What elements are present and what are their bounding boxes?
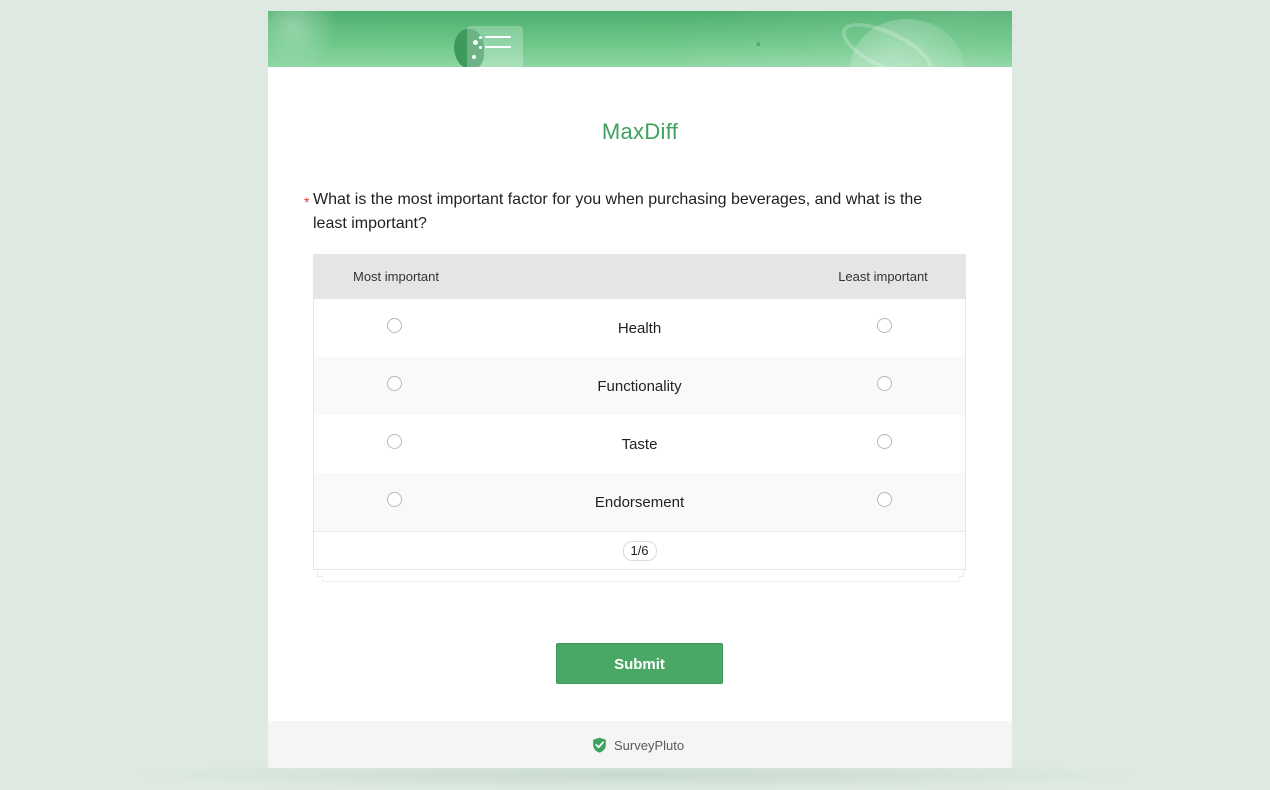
page-indicator: 1/6 <box>622 541 657 561</box>
survey-title: MaxDiff <box>601 119 679 144</box>
table-row: Health <box>314 299 965 357</box>
brand-logo[interactable]: SurveyPluto <box>590 735 684 755</box>
check-shield-icon <box>593 737 606 753</box>
leaf-tip <box>473 40 478 45</box>
table-header: Most important Least important <box>314 255 965 299</box>
pager: 1/6 <box>314 531 965 569</box>
stacked-card-shadow <box>322 576 959 582</box>
header-banner: × <box>268 11 1012 67</box>
radio-least-functionality[interactable] <box>877 376 892 391</box>
list-bullet <box>479 46 482 49</box>
required-marker: * <box>304 194 310 210</box>
question: * What is the most important factor for … <box>304 188 954 236</box>
brand-name: SurveyPluto <box>614 737 685 753</box>
list-line <box>485 46 511 48</box>
maxdiff-table: Most important Least important Health Fu… <box>313 254 966 570</box>
header-most-important: Most important <box>353 269 439 284</box>
list-line <box>485 36 511 38</box>
question-text: What is the most important factor for yo… <box>313 191 923 232</box>
header-least-important: Least important <box>838 269 928 284</box>
table-row: Taste <box>314 415 965 473</box>
radio-most-functionality[interactable] <box>387 376 402 391</box>
list-bullet <box>479 36 482 39</box>
survey-card: × MaxDiff * What is the most important f… <box>268 11 1012 768</box>
radio-most-health[interactable] <box>387 318 402 333</box>
footer: SurveyPluto <box>268 721 1012 768</box>
radio-least-taste[interactable] <box>877 434 892 449</box>
document-list-icon <box>467 26 523 67</box>
table-row: Endorsement <box>314 473 965 531</box>
radio-most-endorsement[interactable] <box>387 492 402 507</box>
submit-button[interactable]: Submit <box>556 643 723 684</box>
leaf-tip <box>472 55 476 59</box>
table-row: Functionality <box>314 357 965 415</box>
row-label: Endorsement <box>594 494 685 511</box>
row-label: Taste <box>621 436 658 453</box>
radio-most-taste[interactable] <box>387 434 402 449</box>
maxdiff-table-wrapper: Most important Least important Health Fu… <box>313 254 966 582</box>
row-label: Health <box>617 320 662 337</box>
banner-glow <box>268 11 338 67</box>
sparkle-icon: × <box>756 40 761 49</box>
radio-least-health[interactable] <box>877 318 892 333</box>
radio-least-endorsement[interactable] <box>877 492 892 507</box>
row-label: Functionality <box>597 378 682 395</box>
